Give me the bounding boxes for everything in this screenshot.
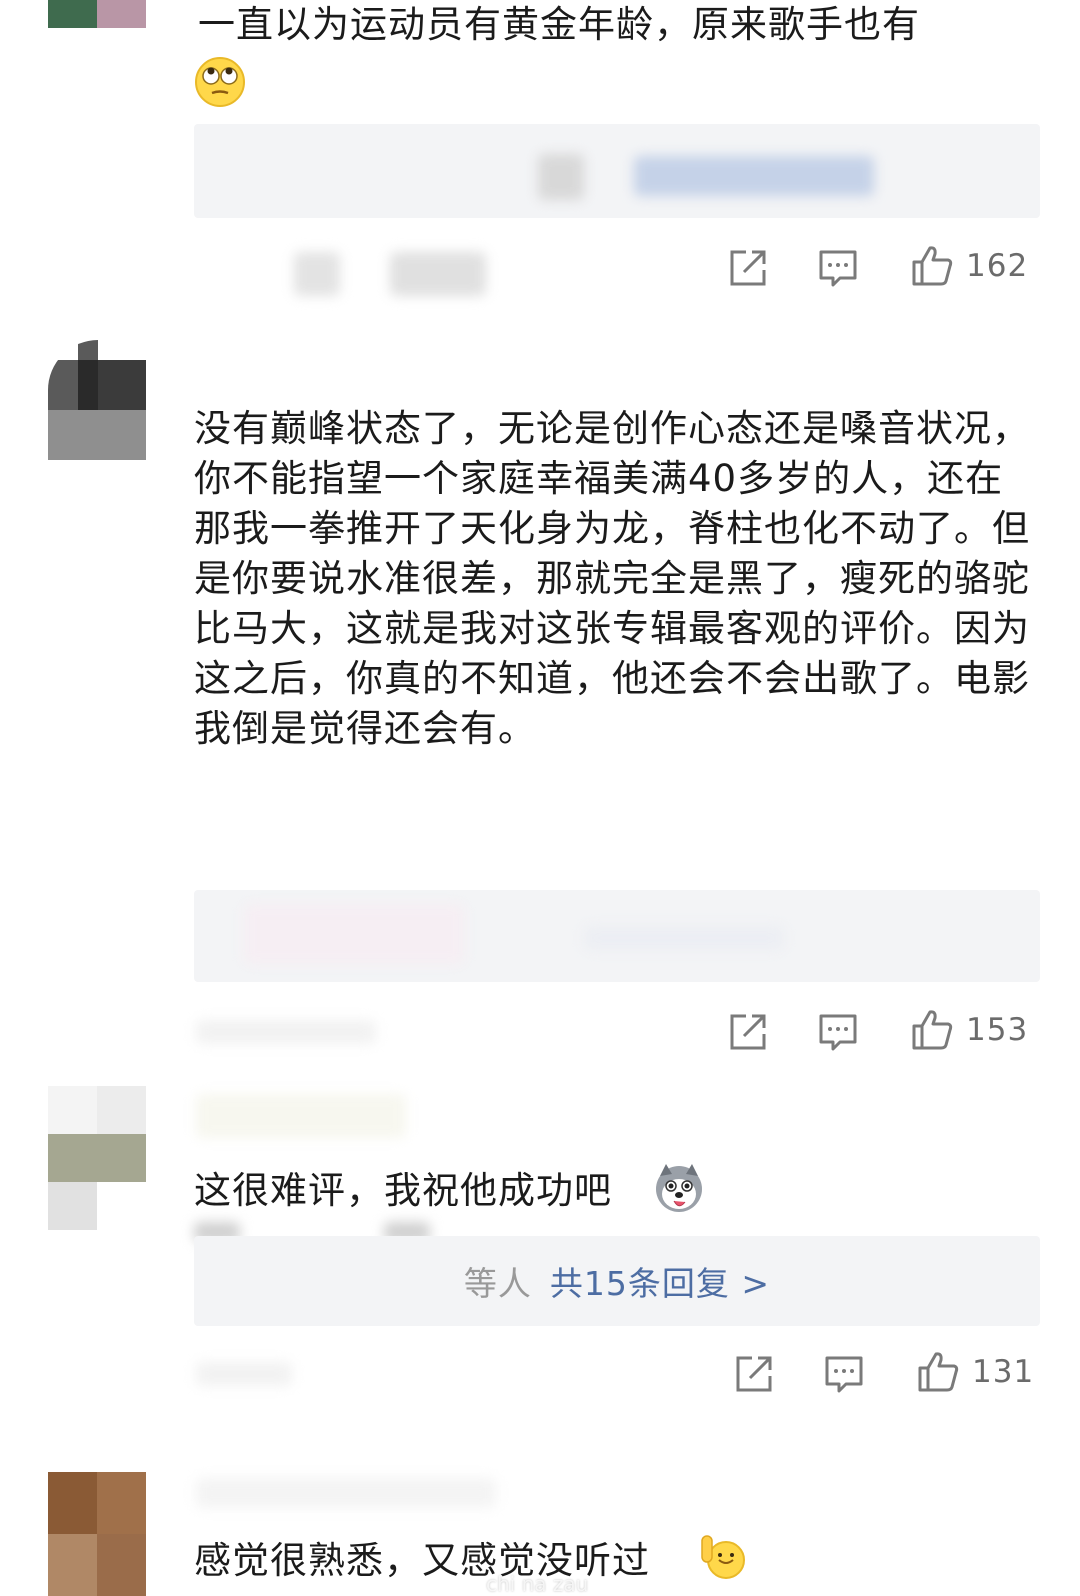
comment-text: 这很难评，我祝他成功吧 (194, 1166, 1040, 1216)
comment-text-content: 这很难评，我祝他成功吧 (194, 1169, 612, 1212)
like-icon[interactable] (916, 1350, 960, 1394)
reply-summary-box[interactable] (194, 890, 1040, 982)
action-bar: 153 (724, 1008, 1044, 1058)
share-icon[interactable] (728, 248, 768, 288)
blurred-reply-count (634, 156, 874, 196)
avatar[interactable] (48, 1472, 146, 1596)
blurred-timestamp (196, 1020, 376, 1044)
like-count: 153 (966, 1012, 1029, 1048)
comment-text: 没有巅峰状态了，无论是创作心态还是嗓音状况，你不能指望一个家庭幸福美满40多岁的… (194, 407, 1030, 750)
like-count: 162 (966, 248, 1029, 284)
blurred-reply-names (538, 154, 584, 200)
rolling-eyes-emoji (195, 57, 245, 107)
reply-names: 等人 (463, 1264, 532, 1303)
avatar[interactable] (48, 340, 146, 460)
blurred-username (196, 1478, 496, 1508)
comment-text: 一直以为运动员有黄金年龄，原来歌手也有 (198, 0, 1044, 50)
blurred-location (390, 252, 486, 296)
like-count: 131 (972, 1354, 1035, 1390)
reply-summary[interactable]: 等人 共15条回复 > (194, 1236, 1040, 1326)
comment-text-line: 一直以为运动员有黄金年龄，原来歌手也有 (198, 3, 920, 46)
reply-summary-box[interactable] (194, 124, 1040, 218)
like-icon[interactable] (910, 244, 954, 288)
avatar[interactable] (48, 0, 146, 28)
comment-text: 感觉很熟悉，又感觉没听过 (194, 1536, 1040, 1586)
blurred-reply-names (244, 904, 464, 964)
action-bar: 162 (724, 244, 1044, 294)
share-icon[interactable] (734, 1354, 774, 1394)
share-icon[interactable] (728, 1012, 768, 1052)
reply-count-link[interactable]: 共15条回复 > (550, 1257, 770, 1305)
blurred-username (196, 1094, 406, 1138)
action-bar: 131 (730, 1350, 1050, 1400)
blurred-timestamp (294, 252, 340, 296)
reply-summary-box[interactable]: 等人 共15条回复 > (194, 1236, 1040, 1326)
blurred-reply-count (584, 926, 784, 950)
husky-dog-emoji (656, 1164, 702, 1212)
comment-icon[interactable] (818, 1012, 858, 1052)
avatar[interactable] (48, 1086, 146, 1230)
comment-icon[interactable] (824, 1354, 864, 1394)
like-icon[interactable] (910, 1008, 954, 1052)
comment-icon[interactable] (818, 248, 858, 288)
blurred-timestamp (196, 1362, 292, 1386)
watermark: chi na zau (486, 1572, 589, 1596)
raised-hand-emoji (701, 1535, 745, 1579)
